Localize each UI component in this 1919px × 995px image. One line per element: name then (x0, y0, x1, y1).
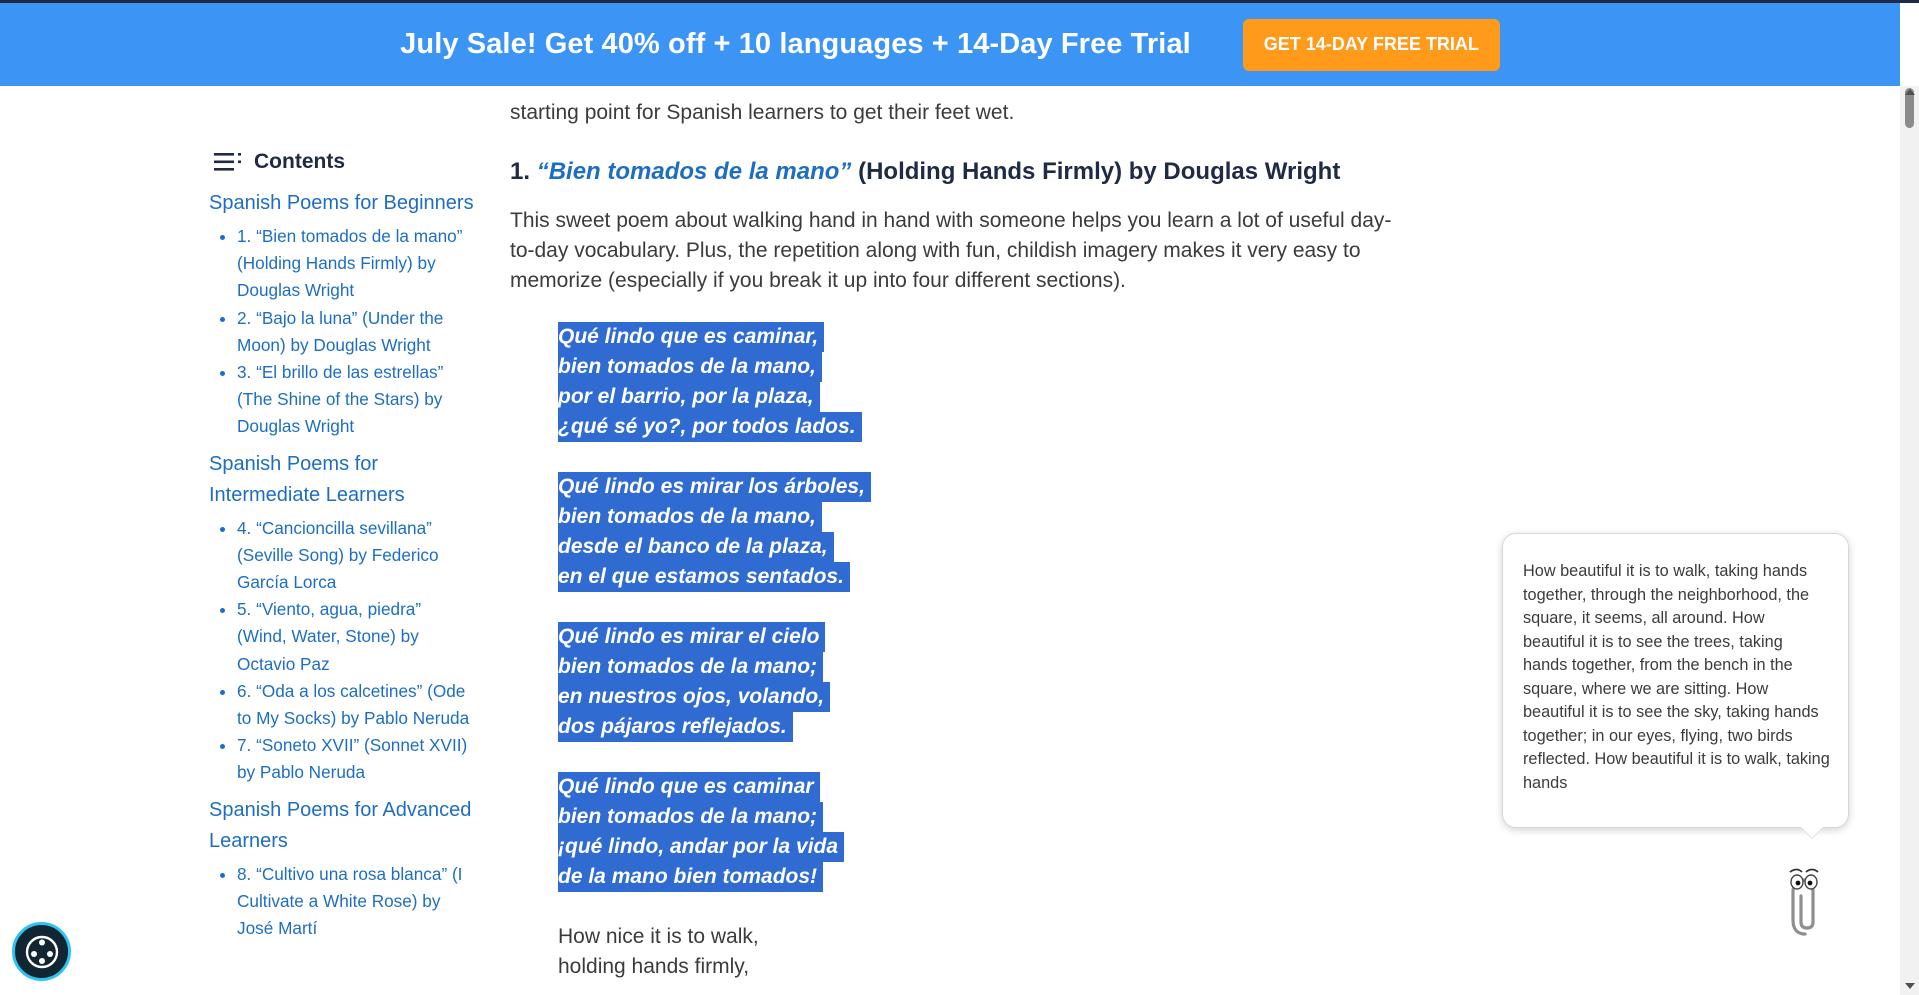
bubble-tail (1800, 826, 1824, 838)
stanza: Qué lindo que es caminar bien tomados de… (558, 772, 1400, 892)
poem-line: ¡qué lindo, andar por la vida (558, 832, 845, 862)
poem-line: por el barrio, por la plaza, (558, 382, 820, 412)
toc-item[interactable]: 3. “El brillo de las estrellas” (The Shi… (237, 359, 474, 441)
promo-banner: July Sale! Get 40% off + 10 languages + … (0, 3, 1900, 86)
heading-subtitle: (Holding Hands Firmly) by Douglas Wright (858, 158, 1341, 185)
scroll-up-arrow-icon[interactable] (1905, 89, 1915, 95)
toc-item[interactable]: 6. “Oda a los calcetines” (Ode to My Soc… (237, 678, 474, 732)
poem-line: Qué lindo es mirar el cielo (558, 622, 826, 652)
poem-text-selected[interactable]: Qué lindo que es caminar, bien tomados d… (558, 322, 1400, 892)
scroll-down-arrow-icon[interactable] (1905, 983, 1915, 989)
toc-section-intermediate[interactable]: Spanish Poems for Intermediate Learners (209, 449, 474, 511)
translation-line: holding hands firmly, (558, 955, 750, 978)
toc-item[interactable]: 8. “Cultivo una rosa blanca” (I Cultivat… (237, 861, 474, 943)
poem-line: bien tomados de la mano, (558, 352, 822, 382)
toc-header[interactable]: Contents (214, 150, 474, 174)
promo-text: July Sale! Get 40% off + 10 languages + … (400, 28, 1191, 60)
poem-title-link[interactable]: “Bien tomados de la mano” (537, 158, 852, 185)
toc-item[interactable]: 1. “Bien tomados de la mano” (Holding Ha… (237, 223, 474, 305)
poem-line: desde el banco de la plaza, (558, 532, 834, 562)
poem-line: en el que estamos sentados. (558, 562, 850, 592)
poem-line: en nuestros ojos, volando, (558, 682, 831, 712)
list-icon (214, 153, 241, 171)
poem-line: dos pájaros reflejados. (558, 712, 793, 742)
accessibility-button[interactable] (12, 922, 71, 981)
translation-bubble: How beautiful it is to walk, taking hand… (1502, 533, 1849, 828)
poem-line: Qué lindo que es caminar (558, 772, 820, 802)
toc-item[interactable]: 7. “Soneto XVII” (Sonnet XVII) by Pablo … (237, 732, 474, 786)
table-of-contents: Contents Spanish Poems for Beginners 1. … (209, 150, 474, 950)
toc-item[interactable]: 2. “Bajo la luna” (Under the Moon) by Do… (237, 305, 474, 359)
toc-section-advanced[interactable]: Spanish Poems for Advanced Learners (209, 795, 474, 857)
poem-line: bien tomados de la mano; (558, 652, 824, 682)
stanza: Qué lindo es mirar el cielo bien tomados… (558, 622, 1400, 742)
poem-line: ¿qué sé yo?, por todos lados. (558, 412, 862, 442)
poem-heading: 1. “Bien tomados de la mano” (Holding Ha… (510, 158, 1400, 186)
toc-item[interactable]: 4. “Cancioncilla sevillana” (Seville Son… (237, 515, 474, 597)
free-trial-button[interactable]: GET 14-DAY FREE TRIAL (1242, 18, 1500, 71)
paperclip-icon[interactable] (1785, 862, 1825, 942)
intro-paragraph-tail: starting point for Spanish learners to g… (510, 101, 1015, 124)
accessibility-icon (25, 935, 58, 968)
toc-list-beginners: 1. “Bien tomados de la mano” (Holding Ha… (209, 223, 474, 441)
page-scrollbar[interactable] (1900, 86, 1919, 995)
toc-list-advanced: 8. “Cultivo una rosa blanca” (I Cultivat… (209, 861, 474, 943)
stanza: Qué lindo es mirar los árboles, bien tom… (558, 472, 1400, 592)
heading-number: 1. (510, 158, 531, 185)
translation-text: How nice it is to walk, holding hands fi… (558, 922, 1400, 982)
article-body: starting point for Spanish learners to g… (510, 86, 1400, 982)
translation-line: How nice it is to walk, (558, 925, 759, 948)
toc-title: Contents (254, 150, 345, 173)
poem-description: This sweet poem about walking hand in ha… (510, 209, 1392, 292)
poem-line: bien tomados de la mano, (558, 502, 822, 532)
poem-line: Qué lindo es mirar los árboles, (558, 472, 871, 502)
poem-line: de la mano bien tomados! (558, 862, 824, 892)
toc-item[interactable]: 5. “Viento, agua, piedra” (Wind, Water, … (237, 596, 474, 678)
toc-list-intermediate: 4. “Cancioncilla sevillana” (Seville Son… (209, 515, 474, 787)
stanza: Qué lindo que es caminar, bien tomados d… (558, 322, 1400, 442)
poem-line: bien tomados de la mano; (558, 802, 824, 832)
poem-line: Qué lindo que es caminar, (558, 322, 825, 352)
toc-section-beginners[interactable]: Spanish Poems for Beginners (209, 188, 474, 219)
